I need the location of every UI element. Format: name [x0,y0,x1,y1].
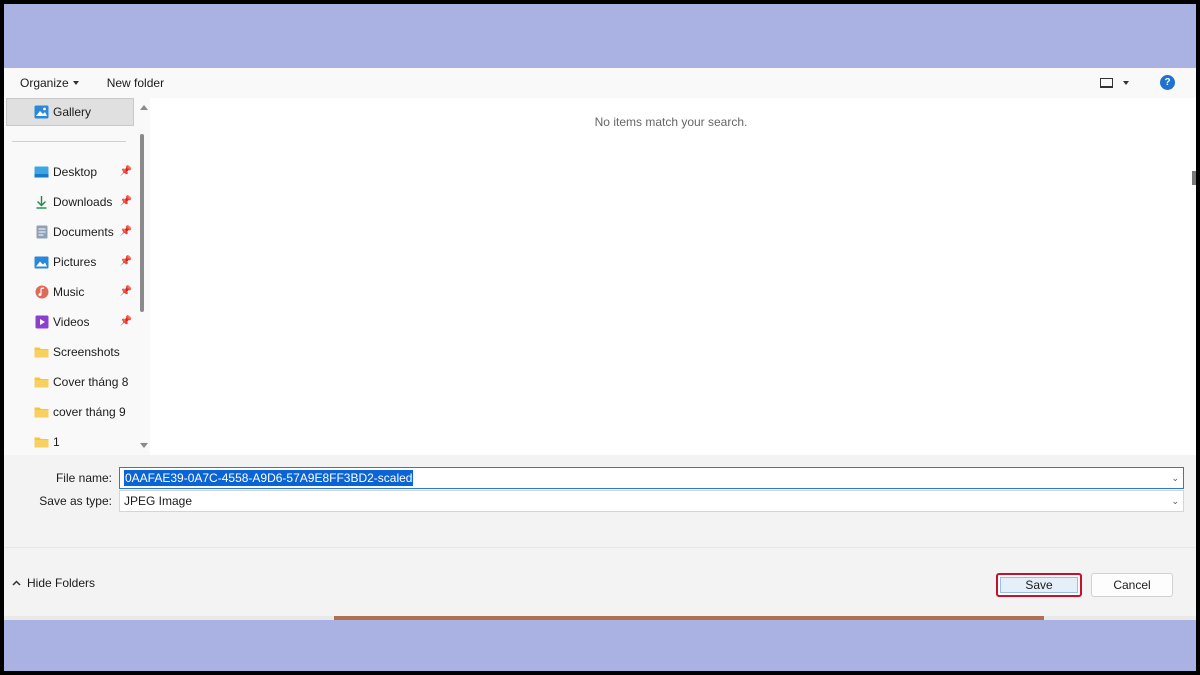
pin-icon: 📌 [119,226,132,237]
change-view-button[interactable] [1100,73,1129,93]
file-list-area[interactable]: No items match your search. [150,98,1196,455]
cancel-button-label: Cancel [1113,578,1151,592]
nav-item-screenshots[interactable]: Screenshots [6,338,134,366]
new-folder-label: New folder [106,76,165,90]
pin-icon: 📌 [119,316,132,327]
command-bar: Organize New folder ? [4,68,1196,98]
screenshot-frame: Organize New folder ? Gallery Desktop 📌 … [4,4,1196,671]
folder-icon [34,345,49,359]
save-type-row: Save as type: JPEG Image ⌄ [4,490,1196,512]
scroll-up-arrow-icon[interactable] [140,105,148,110]
scrollbar-thumb[interactable] [140,134,144,312]
file-name-label: File name: [55,471,112,485]
help-icon: ? [1164,77,1171,88]
scroll-down-arrow-icon[interactable] [140,443,148,448]
nav-item-cover-thang-8[interactable]: Cover tháng 8 [6,368,134,396]
organize-button[interactable]: Organize [12,71,87,95]
nav-item-pictures[interactable]: Pictures 📌 [6,248,134,276]
pin-icon: 📌 [119,196,132,207]
nav-item-label: Music [53,285,85,299]
nav-item-cover-thang-9[interactable]: cover tháng 9 [6,398,134,426]
videos-icon [34,315,49,329]
pictures-icon [34,255,49,269]
nav-item-music[interactable]: Music 📌 [6,278,134,306]
hide-folders-label: Hide Folders [27,576,96,590]
empty-state-message: No items match your search. [594,115,748,129]
save-type-label: Save as type: [39,494,112,508]
nav-item-gallery[interactable]: Gallery [6,98,134,126]
nav-item-label: 1 [53,435,60,449]
folder-icon [34,375,49,389]
nav-item-label: Downloads [53,195,113,209]
file-name-value: 0AAFAE39-0A7C-4558-A9D6-57A9E8FF3BD2-sca… [124,470,414,486]
nav-item-label: Videos [53,315,90,329]
content-scrollbar-thumb[interactable] [1192,171,1196,185]
nav-item-label: Documents [53,225,114,239]
caret-down-icon [72,81,79,85]
download-icon [34,195,49,209]
hide-folders-button[interactable]: Hide Folders [12,576,95,590]
chevron-up-icon [12,580,21,586]
nav-item-1[interactable]: 1 [6,428,134,456]
nav-item-label: Screenshots [53,345,120,359]
nav-item-label: Pictures [53,255,97,269]
gallery-icon [34,105,49,119]
nav-divider [12,141,126,142]
save-as-dialog: Organize New folder ? Gallery Desktop 📌 … [4,68,1196,616]
nav-item-documents[interactable]: Documents 📌 [6,218,134,246]
save-button[interactable]: Save [996,573,1082,597]
nav-item-downloads[interactable]: Downloads 📌 [6,188,134,216]
nav-item-label: cover tháng 9 [53,405,126,419]
folder-icon [34,405,49,419]
nav-item-label: Desktop [53,165,98,179]
save-type-select[interactable]: JPEG Image ⌄ [119,490,1184,512]
nav-item-videos[interactable]: Videos 📌 [6,308,134,336]
save-button-label: Save [1000,577,1078,593]
file-name-row: File name: 0AAFAE39-0A7C-4558-A9D6-57A9E… [4,467,1196,489]
nav-item-label: Gallery [53,105,92,119]
new-folder-button[interactable]: New folder [99,71,172,95]
help-button[interactable]: ? [1160,75,1175,90]
view-icon [1100,78,1113,88]
cancel-button[interactable]: Cancel [1091,573,1173,597]
pin-icon: 📌 [119,166,132,177]
nav-item-desktop[interactable]: Desktop 📌 [6,158,134,186]
background-image-strip [334,616,1044,620]
documents-icon [34,225,49,239]
navigation-pane: Gallery Desktop 📌 Downloads 📌 Documents … [4,98,150,455]
desktop-icon [34,165,49,179]
chevron-down-icon[interactable]: ⌄ [1171,496,1179,507]
chevron-down-icon[interactable]: ⌄ [1171,473,1179,484]
nav-scrollbar[interactable] [136,98,150,455]
pin-icon: 📌 [119,256,132,267]
file-name-input[interactable]: 0AAFAE39-0A7C-4558-A9D6-57A9E8FF3BD2-sca… [119,467,1184,489]
save-form: File name: 0AAFAE39-0A7C-4558-A9D6-57A9E… [4,455,1196,616]
pin-icon: 📌 [119,286,132,297]
nav-item-label: Cover tháng 8 [53,375,129,389]
footer-divider [4,547,1196,548]
music-icon [34,285,49,299]
save-type-value: JPEG Image [124,494,193,508]
folder-icon [34,435,49,449]
caret-down-icon [1123,81,1129,85]
organize-label: Organize [20,76,69,90]
